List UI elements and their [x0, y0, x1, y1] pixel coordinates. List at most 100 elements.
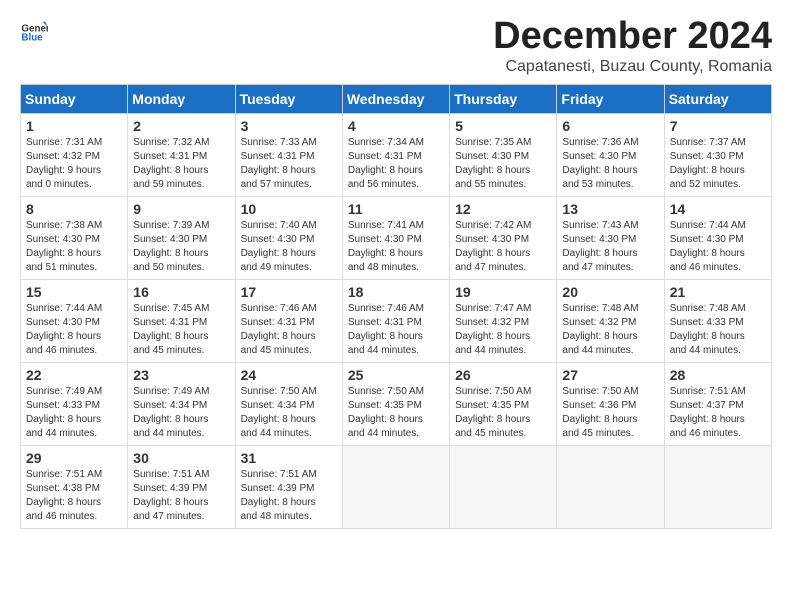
day-number: 15 [26, 284, 122, 300]
day-cell-5: 5 Sunrise: 7:35 AMSunset: 4:30 PMDaylight… [450, 113, 557, 196]
day-cell-12: 12 Sunrise: 7:42 AMSunset: 4:30 PMDayligh… [450, 196, 557, 279]
calendar-table: Sunday Monday Tuesday Wednesday Thursday… [20, 84, 772, 529]
day-info: Sunrise: 7:40 AMSunset: 4:30 PMDaylight:… [241, 219, 337, 275]
svg-text:Blue: Blue [21, 33, 43, 44]
day-number: 31 [241, 450, 337, 466]
day-cell-15: 15 Sunrise: 7:44 AMSunset: 4:30 PMDayligh… [21, 279, 128, 362]
day-cell-13: 13 Sunrise: 7:43 AMSunset: 4:30 PMDayligh… [557, 196, 664, 279]
header-tuesday: Tuesday [235, 84, 342, 113]
day-number: 12 [455, 201, 551, 217]
day-number: 4 [348, 118, 444, 134]
day-number: 11 [348, 201, 444, 217]
day-cell-18: 18 Sunrise: 7:46 AMSunset: 4:31 PMDayligh… [342, 279, 449, 362]
day-cell-30: 30 Sunrise: 7:51 AMSunset: 4:39 PMDayligh… [128, 445, 235, 528]
day-number: 19 [455, 284, 551, 300]
header-friday: Friday [557, 84, 664, 113]
day-cell-20: 20 Sunrise: 7:48 AMSunset: 4:32 PMDayligh… [557, 279, 664, 362]
day-number: 10 [241, 201, 337, 217]
day-cell-31: 31 Sunrise: 7:51 AMSunset: 4:39 PMDayligh… [235, 445, 342, 528]
day-number: 8 [26, 201, 122, 217]
day-number: 20 [562, 284, 658, 300]
day-info: Sunrise: 7:31 AMSunset: 4:32 PMDaylight:… [26, 136, 122, 192]
day-number: 22 [26, 367, 122, 383]
calendar-week-row: 29Sunrise: 7:51 AMSunset: 4:38 PMDayligh… [21, 445, 772, 528]
day-info: Sunrise: 7:36 AMSunset: 4:30 PMDaylight:… [562, 136, 658, 192]
calendar-week-row: 1Sunrise: 7:31 AMSunset: 4:32 PMDaylight… [21, 113, 772, 196]
day-info: Sunrise: 7:41 AMSunset: 4:30 PMDaylight:… [348, 219, 444, 275]
day-cell-2: 2Sunrise: 7:32 AMSunset: 4:31 PMDaylight… [128, 113, 235, 196]
day-cell-27: 27 Sunrise: 7:50 AMSunset: 4:36 PMDayligh… [557, 362, 664, 445]
day-cell-26: 26 Sunrise: 7:50 AMSunset: 4:35 PMDayligh… [450, 362, 557, 445]
month-title: December 2024 [493, 16, 772, 58]
page-header: General Blue December 2024 Capatanesti, … [20, 16, 772, 76]
calendar-week-row: 22 Sunrise: 7:49 AMSunset: 4:33 PMDayligh… [21, 362, 772, 445]
day-info: Sunrise: 7:48 AMSunset: 4:32 PMDaylight:… [562, 302, 658, 358]
empty-cell [557, 445, 664, 528]
location-subtitle: Capatanesti, Buzau County, Romania [493, 58, 772, 76]
header-thursday: Thursday [450, 84, 557, 113]
day-info: Sunrise: 7:45 AMSunset: 4:31 PMDaylight:… [133, 302, 229, 358]
day-cell-25: 25Sunrise: 7:50 AMSunset: 4:35 PMDayligh… [342, 362, 449, 445]
day-number: 29 [26, 450, 122, 466]
empty-cell [664, 445, 771, 528]
day-cell-17: 17 Sunrise: 7:46 AMSunset: 4:31 PMDayligh… [235, 279, 342, 362]
day-info: Sunrise: 7:32 AMSunset: 4:31 PMDaylight:… [133, 136, 229, 192]
day-number: 7 [670, 118, 766, 134]
logo-icon: General Blue [20, 16, 48, 44]
day-number: 18 [348, 284, 444, 300]
day-info: Sunrise: 7:50 AMSunset: 4:36 PMDaylight:… [562, 385, 658, 441]
day-info: Sunrise: 7:50 AMSunset: 4:35 PMDaylight:… [455, 385, 551, 441]
day-cell-23: 23Sunrise: 7:49 AMSunset: 4:34 PMDayligh… [128, 362, 235, 445]
day-cell-10: 10 Sunrise: 7:40 AMSunset: 4:30 PMDayligh… [235, 196, 342, 279]
day-info: Sunrise: 7:42 AMSunset: 4:30 PMDaylight:… [455, 219, 551, 275]
day-number: 9 [133, 201, 229, 217]
day-cell-1: 1Sunrise: 7:31 AMSunset: 4:32 PMDaylight… [21, 113, 128, 196]
day-info: Sunrise: 7:51 AMSunset: 4:39 PMDaylight:… [133, 468, 229, 524]
day-cell-16: 16Sunrise: 7:45 AMSunset: 4:31 PMDayligh… [128, 279, 235, 362]
calendar-header-row: Sunday Monday Tuesday Wednesday Thursday… [21, 84, 772, 113]
day-info: Sunrise: 7:49 AMSunset: 4:33 PMDaylight:… [26, 385, 122, 441]
day-number: 23 [133, 367, 229, 383]
calendar-week-row: 15 Sunrise: 7:44 AMSunset: 4:30 PMDayligh… [21, 279, 772, 362]
title-area: December 2024 Capatanesti, Buzau County,… [493, 16, 772, 76]
day-cell-8: 8 Sunrise: 7:38 AMSunset: 4:30 PMDaylight… [21, 196, 128, 279]
day-cell-7: 7 Sunrise: 7:37 AMSunset: 4:30 PMDaylight… [664, 113, 771, 196]
day-info: Sunrise: 7:33 AMSunset: 4:31 PMDaylight:… [241, 136, 337, 192]
day-info: Sunrise: 7:50 AMSunset: 4:35 PMDaylight:… [348, 385, 444, 441]
day-number: 5 [455, 118, 551, 134]
day-cell-6: 6 Sunrise: 7:36 AMSunset: 4:30 PMDaylight… [557, 113, 664, 196]
day-info: Sunrise: 7:46 AMSunset: 4:31 PMDaylight:… [241, 302, 337, 358]
day-info: Sunrise: 7:43 AMSunset: 4:30 PMDaylight:… [562, 219, 658, 275]
day-number: 24 [241, 367, 337, 383]
day-number: 3 [241, 118, 337, 134]
day-cell-19: 19 Sunrise: 7:47 AMSunset: 4:32 PMDayligh… [450, 279, 557, 362]
day-info: Sunrise: 7:51 AMSunset: 4:39 PMDaylight:… [241, 468, 337, 524]
day-cell-22: 22 Sunrise: 7:49 AMSunset: 4:33 PMDayligh… [21, 362, 128, 445]
day-info: Sunrise: 7:38 AMSunset: 4:30 PMDaylight:… [26, 219, 122, 275]
day-number: 17 [241, 284, 337, 300]
day-info: Sunrise: 7:47 AMSunset: 4:32 PMDaylight:… [455, 302, 551, 358]
day-number: 30 [133, 450, 229, 466]
day-cell-9: 9Sunrise: 7:39 AMSunset: 4:30 PMDaylight… [128, 196, 235, 279]
day-info: Sunrise: 7:46 AMSunset: 4:31 PMDaylight:… [348, 302, 444, 358]
day-cell-29: 29Sunrise: 7:51 AMSunset: 4:38 PMDayligh… [21, 445, 128, 528]
day-info: Sunrise: 7:37 AMSunset: 4:30 PMDaylight:… [670, 136, 766, 192]
day-cell-3: 3 Sunrise: 7:33 AMSunset: 4:31 PMDaylight… [235, 113, 342, 196]
day-info: Sunrise: 7:44 AMSunset: 4:30 PMDaylight:… [26, 302, 122, 358]
day-cell-21: 21 Sunrise: 7:48 AMSunset: 4:33 PMDayligh… [664, 279, 771, 362]
day-number: 21 [670, 284, 766, 300]
empty-cell [450, 445, 557, 528]
day-cell-14: 14 Sunrise: 7:44 AMSunset: 4:30 PMDayligh… [664, 196, 771, 279]
day-info: Sunrise: 7:50 AMSunset: 4:34 PMDaylight:… [241, 385, 337, 441]
day-number: 6 [562, 118, 658, 134]
day-number: 26 [455, 367, 551, 383]
day-number: 14 [670, 201, 766, 217]
empty-cell [342, 445, 449, 528]
day-number: 27 [562, 367, 658, 383]
day-info: Sunrise: 7:48 AMSunset: 4:33 PMDaylight:… [670, 302, 766, 358]
day-info: Sunrise: 7:35 AMSunset: 4:30 PMDaylight:… [455, 136, 551, 192]
logo: General Blue [20, 16, 48, 44]
day-info: Sunrise: 7:44 AMSunset: 4:30 PMDaylight:… [670, 219, 766, 275]
day-number: 13 [562, 201, 658, 217]
header-saturday: Saturday [664, 84, 771, 113]
